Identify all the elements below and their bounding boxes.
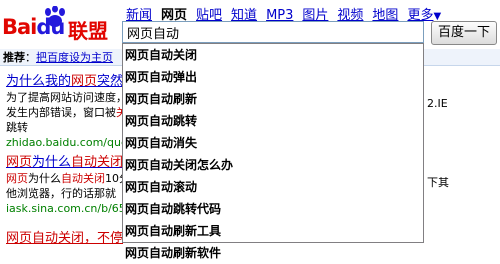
result-title[interactable]: 网页为什么自动关闭 bbox=[6, 154, 140, 171]
suggestion-item[interactable]: 网页自动消失 bbox=[123, 132, 423, 154]
search-box bbox=[122, 21, 424, 43]
logo-lianmeng: 联盟 bbox=[68, 19, 108, 43]
search-suggestions: 网页自动关闭 网页自动弹出 网页自动刷新 网页自动跳转 网页自动消失 网页自动关… bbox=[122, 43, 424, 260]
result-snippet-tail: 下其 bbox=[427, 176, 449, 189]
result-snippet-tail: 2.IE bbox=[427, 97, 448, 110]
suggestion-item[interactable]: 网页自动刷新工具 bbox=[123, 220, 423, 242]
baidu-logo[interactable]: Baidu 联盟 bbox=[2, 6, 114, 43]
search-button[interactable]: 百度一下 bbox=[431, 21, 497, 45]
search-input[interactable] bbox=[123, 22, 423, 42]
suggestion-item[interactable]: 网页自动弹出 bbox=[123, 66, 423, 88]
suggestion-item[interactable]: 网页自动滚动 bbox=[123, 176, 423, 198]
suggestion-item[interactable]: 网页自动刷新软件 bbox=[123, 242, 423, 264]
search-result: 为什么我的网页突然 为了提高网站访问速度， 发生内部错误，窗口被关闭 跳转 zh… bbox=[6, 73, 138, 149]
result-url: iask.sina.com.cn/b/6515 bbox=[6, 202, 140, 215]
set-homepage-link[interactable]: 把百度设为主页 bbox=[36, 51, 113, 64]
result-title[interactable]: 为什么我的网页突然 bbox=[6, 73, 138, 90]
result-url: zhidao.baidu.com/quest bbox=[6, 136, 138, 149]
suggestion-item[interactable]: 网页自动跳转代码 bbox=[123, 198, 423, 220]
result-snippet: 为了提高网站访问速度， bbox=[6, 91, 127, 104]
search-result: 网页为什么自动关闭 网页为什么自动关闭10分 他浏览器，行的话那就 iask.s… bbox=[6, 154, 140, 215]
result-title[interactable]: 网页自动关闭，不停 bbox=[6, 230, 123, 247]
suggestion-item[interactable]: 网页自动关闭怎么办 bbox=[123, 154, 423, 176]
recommend-label: 推荐 bbox=[3, 51, 25, 64]
suggestion-item[interactable]: 网页自动关闭 bbox=[123, 44, 423, 66]
suggestion-item[interactable]: 网页自动刷新 bbox=[123, 88, 423, 110]
search-result: 网页自动关闭，不停 bbox=[6, 230, 123, 247]
suggestion-item[interactable]: 网页自动跳转 bbox=[123, 110, 423, 132]
result-snippet: 网页为什么自动关闭10分 bbox=[6, 172, 130, 185]
logo-text: Baidu bbox=[2, 15, 65, 39]
